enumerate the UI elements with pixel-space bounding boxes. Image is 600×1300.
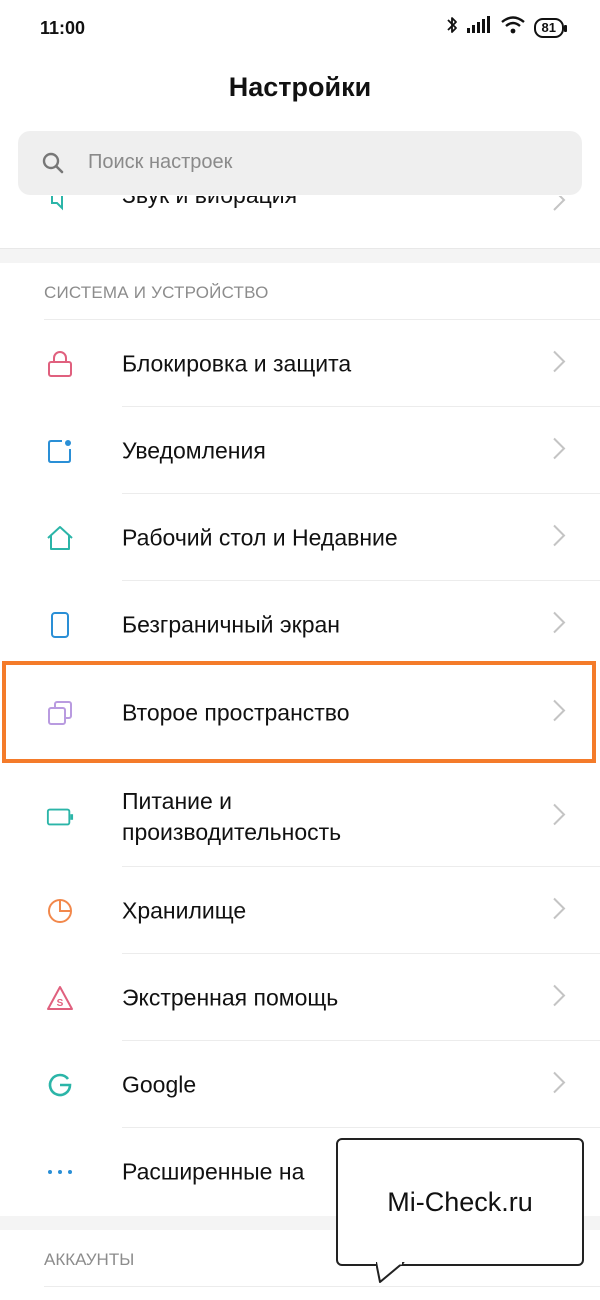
battery-indicator: 81 — [533, 17, 568, 38]
page-title: Настройки — [228, 72, 372, 102]
search-input[interactable]: Поиск настроек — [18, 131, 582, 195]
bluetooth-icon — [446, 15, 458, 40]
status-time: 11:00 — [40, 18, 86, 38]
lock-icon — [46, 350, 74, 378]
list-item-second-space[interactable]: Второе пространство — [0, 669, 600, 756]
section-header-accounts: АККАУНТЫ — [44, 1250, 135, 1269]
search-icon — [42, 152, 64, 179]
list-item-label: Хранилище — [122, 897, 247, 923]
phone-icon — [46, 611, 74, 639]
list-item-label: Рабочий стол и Недавние — [122, 524, 398, 550]
more-dots-icon — [46, 1158, 74, 1186]
status-icons: 81 — [446, 15, 568, 40]
chevron-right-icon — [552, 610, 566, 639]
list-item-emergency[interactable]: S Экстренная помощь — [0, 954, 600, 1041]
list-item-label: Безграничный экран — [122, 611, 340, 637]
wifi-icon — [500, 16, 526, 39]
google-icon — [46, 1071, 74, 1099]
sos-icon: S — [46, 984, 74, 1012]
list-item-label: Google — [122, 1071, 197, 1097]
search-placeholder: Поиск настроек — [88, 151, 233, 173]
section-header-system: СИСТЕМА И УСТРОЙСТВО — [44, 283, 269, 302]
list-item-lock[interactable]: Блокировка и защита — [0, 320, 600, 407]
list-item-label-line2: производительность — [122, 819, 342, 845]
status-bar: 11:00 81 — [0, 0, 600, 58]
chevron-right-icon — [552, 698, 566, 727]
watermark-text: Mi-Check.ru — [387, 1187, 533, 1217]
svg-text:S: S — [57, 998, 64, 1009]
chevron-right-icon — [552, 349, 566, 378]
list-item-label: Блокировка и защита — [122, 350, 352, 376]
list-item-full-screen[interactable]: Безграничный экран — [0, 581, 600, 668]
list-item-storage[interactable]: Хранилище — [0, 867, 600, 954]
list-item-label: Экстренная помощь — [122, 984, 339, 1010]
list-item-label: Уведомления — [122, 437, 266, 463]
chevron-right-icon — [552, 1070, 566, 1099]
divider — [44, 1286, 600, 1287]
chevron-right-icon — [552, 983, 566, 1012]
battery-icon — [46, 803, 74, 831]
list-item-label: Звук и вибрация — [122, 196, 297, 209]
list-item-label: Питание и производительность — [122, 786, 522, 848]
chevron-right-icon — [552, 196, 566, 217]
watermark-bubble: Mi-Check.ru — [336, 1138, 584, 1266]
notification-icon — [46, 437, 74, 465]
second-space-icon — [46, 699, 74, 727]
list-item-notifications[interactable]: Уведомления — [0, 407, 600, 494]
list-item-google[interactable]: Google — [0, 1041, 600, 1128]
chevron-right-icon — [552, 803, 566, 832]
list-item-label-line1: Питание и — [122, 788, 233, 814]
signal-icon — [466, 16, 492, 39]
chevron-right-icon — [552, 436, 566, 465]
home-icon — [46, 524, 74, 552]
list-item-sound[interactable]: Звук и вибрация — [0, 196, 600, 249]
chevron-right-icon — [552, 896, 566, 925]
section-gap — [0, 249, 600, 263]
chevron-right-icon — [552, 523, 566, 552]
bubble-tail — [376, 1262, 405, 1283]
list-item-home-screen[interactable]: Рабочий стол и Недавние — [0, 494, 600, 581]
list-item-battery[interactable]: Питание и производительность — [0, 767, 600, 867]
list-item-label: Второе пространство — [122, 699, 350, 725]
storage-pie-icon — [46, 897, 74, 925]
sound-icon — [48, 196, 74, 217]
